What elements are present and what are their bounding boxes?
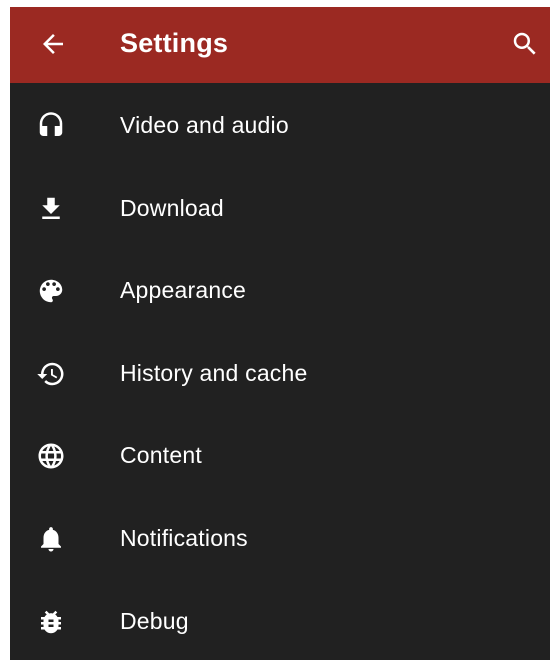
app-bar: Settings [10,7,550,83]
history-icon [36,359,66,389]
settings-item-label: History and cache [120,359,308,386]
settings-item-history-cache[interactable]: History and cache [10,331,550,414]
settings-item-notifications[interactable]: Notifications [10,496,550,579]
settings-item-video-audio[interactable]: Video and audio [10,83,550,166]
settings-item-label: Notifications [120,524,248,551]
download-icon [36,194,66,224]
globe-icon [36,441,66,471]
bug-icon [36,607,66,637]
page-title: Settings [120,28,229,58]
settings-screen: Settings Video and audio Download Appear… [10,7,550,660]
arrow-back-icon [38,29,68,59]
settings-item-content[interactable]: Content [10,413,550,496]
settings-item-label: Debug [120,607,189,634]
settings-item-label: Appearance [120,277,247,304]
settings-item-appearance[interactable]: Appearance [10,248,550,331]
settings-item-download[interactable]: Download [10,166,550,249]
back-button[interactable] [36,27,70,61]
search-button[interactable] [508,27,542,61]
settings-item-label: Video and audio [120,112,289,138]
bell-icon [36,524,66,554]
settings-item-debug[interactable]: Debug [10,579,550,660]
settings-item-label: Download [120,194,224,221]
headphones-icon [36,111,66,141]
search-icon [510,29,540,59]
palette-icon [36,276,66,306]
settings-item-label: Content [120,442,202,469]
settings-list: Video and audio Download Appearance Hist… [10,83,550,660]
